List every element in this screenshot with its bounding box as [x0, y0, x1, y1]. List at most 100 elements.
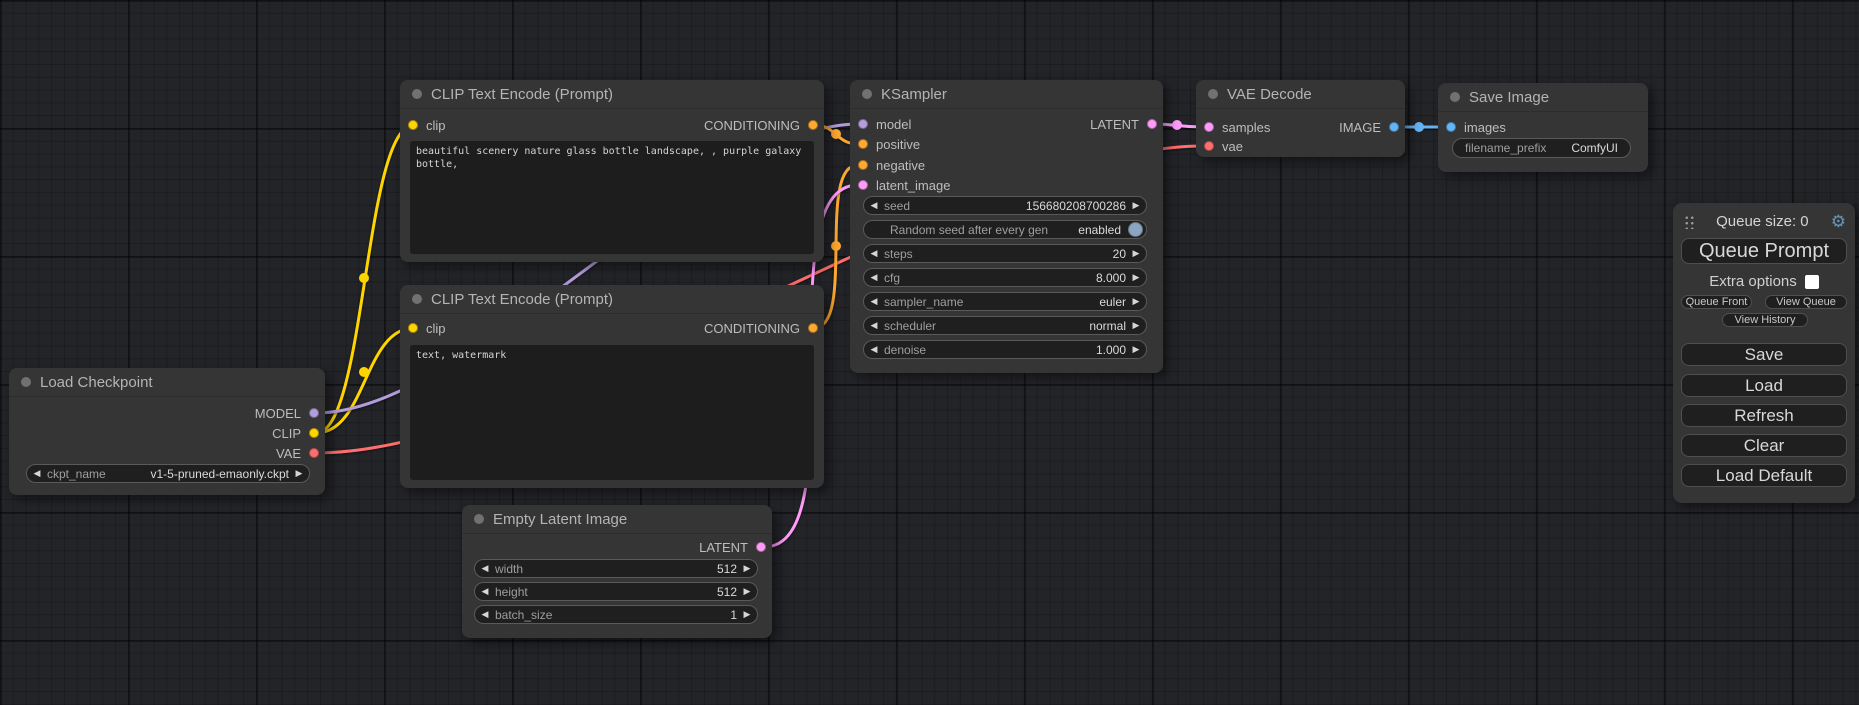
conditioning-slot-icon[interactable] [858, 139, 868, 149]
node-header[interactable]: CLIP Text Encode (Prompt) [400, 285, 824, 314]
height-widget[interactable]: ◀ height 512 ▶ [474, 582, 758, 601]
conditioning-slot-icon[interactable] [808, 323, 818, 333]
node-header[interactable]: Save Image [1438, 83, 1648, 112]
node-header[interactable]: CLIP Text Encode (Prompt) [400, 80, 824, 109]
refresh-button[interactable]: Refresh [1681, 404, 1847, 427]
vae-slot-icon[interactable] [1204, 141, 1214, 151]
model-slot-icon[interactable] [858, 119, 868, 129]
clip-slot-icon[interactable] [408, 120, 418, 130]
arrow-left-icon[interactable]: ◀ [864, 296, 884, 307]
toggle-dot-icon[interactable] [1128, 222, 1143, 237]
clear-button[interactable]: Clear [1681, 434, 1847, 457]
gear-icon[interactable]: ⚙ [1831, 213, 1846, 230]
collapse-dot-icon[interactable] [1208, 89, 1218, 99]
node-clip-text-encode-positive[interactable]: CLIP Text Encode (Prompt) clip CONDITION… [400, 80, 824, 262]
denoise-widget[interactable]: ◀ denoise 1.000 ▶ [863, 340, 1147, 359]
arrow-right-icon[interactable]: ▶ [289, 468, 309, 479]
load-button[interactable]: Load [1681, 374, 1847, 397]
arrow-left-icon[interactable]: ◀ [475, 586, 495, 597]
collapse-dot-icon[interactable] [21, 377, 31, 387]
width-widget[interactable]: ◀ width 512 ▶ [474, 559, 758, 578]
collapse-dot-icon[interactable] [474, 514, 484, 524]
input-slot-negative[interactable]: negative [858, 155, 925, 175]
clip-slot-icon[interactable] [408, 323, 418, 333]
model-slot-icon[interactable] [309, 408, 319, 418]
arrow-left-icon[interactable]: ◀ [864, 272, 884, 283]
node-header[interactable]: VAE Decode [1196, 80, 1405, 109]
arrow-right-icon[interactable]: ▶ [1126, 320, 1146, 331]
queue-prompt-button[interactable]: Queue Prompt [1681, 238, 1847, 264]
output-slot-latent[interactable]: LATENT [699, 537, 766, 557]
view-history-button[interactable]: View History [1722, 313, 1808, 327]
arrow-left-icon[interactable]: ◀ [475, 609, 495, 620]
arrow-right-icon[interactable]: ▶ [1126, 344, 1146, 355]
node-ksampler[interactable]: KSampler model positive negative latent_… [850, 80, 1163, 373]
conditioning-slot-icon[interactable] [808, 120, 818, 130]
extra-options-checkbox[interactable] [1805, 275, 1819, 289]
seed-widget[interactable]: ◀ seed 156680208700286 ▶ [863, 196, 1147, 215]
ckpt-name-widget[interactable]: ◀ ckpt_name v1-5-pruned-emaonly.ckpt ▶ [26, 464, 310, 483]
prompt-textarea[interactable]: text, watermark [410, 345, 814, 480]
steps-widget[interactable]: ◀ steps 20 ▶ [863, 244, 1147, 263]
arrow-left-icon[interactable]: ◀ [27, 468, 47, 479]
arrow-right-icon[interactable]: ▶ [1126, 200, 1146, 211]
node-vae-decode[interactable]: VAE Decode samples vae IMAGE [1196, 80, 1405, 157]
output-slot-model[interactable]: MODEL [255, 403, 319, 423]
arrow-right-icon[interactable]: ▶ [1126, 296, 1146, 307]
batch-size-widget[interactable]: ◀ batch_size 1 ▶ [474, 605, 758, 624]
input-slot-vae[interactable]: vae [1204, 136, 1243, 156]
output-slot-vae[interactable]: VAE [276, 443, 319, 463]
output-slot-clip[interactable]: CLIP [272, 423, 319, 443]
node-load-checkpoint[interactable]: Load Checkpoint MODEL CLIP VAE ◀ ckpt_na… [9, 368, 325, 495]
input-slot-positive[interactable]: positive [858, 134, 920, 154]
node-header[interactable]: KSampler [850, 80, 1163, 109]
latent-slot-icon[interactable] [1204, 122, 1214, 132]
arrow-right-icon[interactable]: ▶ [1126, 248, 1146, 259]
latent-slot-icon[interactable] [858, 180, 868, 190]
node-empty-latent-image[interactable]: Empty Latent Image LATENT ◀ width 512 ▶ … [462, 505, 772, 638]
collapse-dot-icon[interactable] [412, 294, 422, 304]
save-button[interactable]: Save [1681, 343, 1847, 366]
latent-slot-icon[interactable] [1147, 119, 1157, 129]
output-slot-conditioning[interactable]: CONDITIONING [704, 115, 818, 135]
sampler-name-widget[interactable]: ◀ sampler_name euler ▶ [863, 292, 1147, 311]
conditioning-slot-icon[interactable] [858, 160, 868, 170]
cfg-widget[interactable]: ◀ cfg 8.000 ▶ [863, 268, 1147, 287]
input-slot-model[interactable]: model [858, 114, 911, 134]
input-slot-images[interactable]: images [1446, 117, 1506, 137]
random-seed-toggle[interactable]: Random seed after every gen enabled [863, 220, 1147, 239]
arrow-right-icon[interactable]: ▶ [737, 586, 757, 597]
arrow-right-icon[interactable]: ▶ [1126, 272, 1146, 283]
vae-slot-icon[interactable] [309, 448, 319, 458]
clip-slot-icon[interactable] [309, 428, 319, 438]
arrow-left-icon[interactable]: ◀ [864, 320, 884, 331]
arrow-left-icon[interactable]: ◀ [864, 248, 884, 259]
comfyui-canvas[interactable]: { "colors": { "model": "#B39DDB", "clip"… [0, 0, 1859, 705]
arrow-right-icon[interactable]: ▶ [737, 609, 757, 620]
arrow-left-icon[interactable]: ◀ [864, 200, 884, 211]
output-slot-conditioning[interactable]: CONDITIONING [704, 318, 818, 338]
node-clip-text-encode-negative[interactable]: CLIP Text Encode (Prompt) clip CONDITION… [400, 285, 824, 488]
collapse-dot-icon[interactable] [1450, 92, 1460, 102]
arrow-left-icon[interactable]: ◀ [475, 563, 495, 574]
node-save-image[interactable]: Save Image images filename_prefix ComfyU… [1438, 83, 1648, 172]
input-slot-latent-image[interactable]: latent_image [858, 175, 950, 195]
node-header[interactable]: Empty Latent Image [462, 505, 772, 534]
input-slot-samples[interactable]: samples [1204, 117, 1270, 137]
load-default-button[interactable]: Load Default [1681, 464, 1847, 487]
input-slot-clip[interactable]: clip [408, 115, 446, 135]
filename-prefix-widget[interactable]: filename_prefix ComfyUI [1452, 138, 1631, 158]
node-header[interactable]: Load Checkpoint [9, 368, 325, 397]
collapse-dot-icon[interactable] [862, 89, 872, 99]
queue-front-button[interactable]: Queue Front [1681, 295, 1752, 309]
drag-handle-icon[interactable] [1683, 214, 1694, 229]
arrow-left-icon[interactable]: ◀ [864, 344, 884, 355]
prompt-textarea[interactable]: beautiful scenery nature glass bottle la… [410, 141, 814, 254]
collapse-dot-icon[interactable] [412, 89, 422, 99]
arrow-right-icon[interactable]: ▶ [737, 563, 757, 574]
image-slot-icon[interactable] [1446, 122, 1456, 132]
scheduler-widget[interactable]: ◀ scheduler normal ▶ [863, 316, 1147, 335]
latent-slot-icon[interactable] [756, 542, 766, 552]
view-queue-button[interactable]: View Queue [1765, 295, 1847, 309]
output-slot-image[interactable]: IMAGE [1339, 117, 1399, 137]
